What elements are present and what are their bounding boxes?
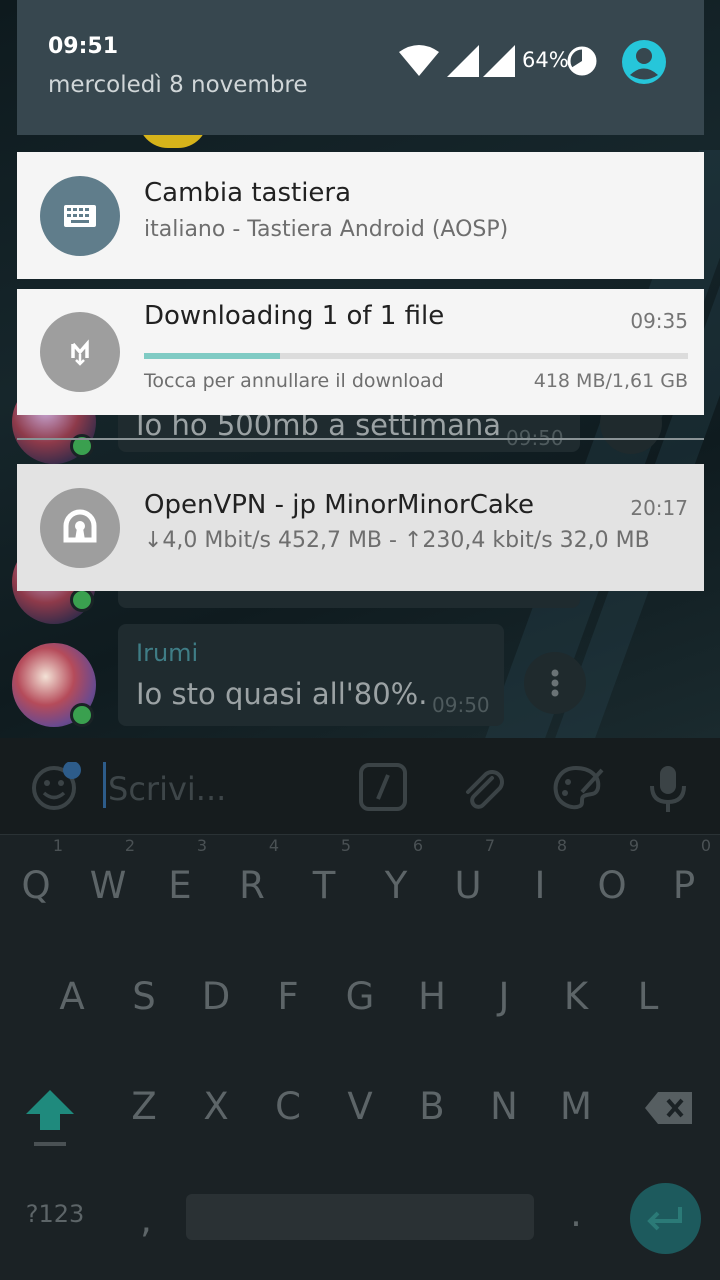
more-options-button[interactable]: [524, 652, 586, 714]
key-hint: 6: [412, 836, 424, 855]
notification-title: Cambia tastiera: [144, 178, 352, 208]
key-i[interactable]: I: [504, 864, 576, 907]
key-q[interactable]: Q: [0, 864, 72, 907]
notification-icon-bg: [40, 488, 120, 568]
key-a[interactable]: A: [36, 975, 108, 1018]
key-z[interactable]: Z: [108, 1085, 180, 1128]
microphone-icon[interactable]: [646, 762, 690, 814]
comma-key[interactable]: ,: [110, 1198, 182, 1241]
notification-download[interactable]: Downloading 1 of 1 file 09:35 Tocca per …: [17, 289, 704, 415]
more-vert-icon: [551, 669, 559, 697]
key-t[interactable]: T: [288, 864, 360, 907]
key-s[interactable]: S: [108, 975, 180, 1018]
download-size: 418 MB/1,61 GB: [533, 370, 688, 392]
key-d[interactable]: D: [180, 975, 252, 1018]
notification-title: Downloading 1 of 1 file: [144, 301, 445, 331]
key-e[interactable]: E: [144, 864, 216, 907]
online-indicator: [70, 703, 94, 727]
battery-percent: 64%: [522, 48, 569, 72]
message-text: Io sto quasi all'80%.: [136, 677, 428, 711]
signal-icon: [483, 45, 515, 77]
period-key[interactable]: .: [540, 1192, 612, 1235]
key-n[interactable]: N: [468, 1085, 540, 1128]
key-l[interactable]: L: [612, 975, 684, 1018]
wifi-icon: [399, 45, 439, 76]
symbols-key[interactable]: ?123: [18, 1200, 92, 1228]
enter-key[interactable]: [630, 1183, 701, 1254]
notification-subtitle: Tocca per annullare il download: [144, 370, 444, 392]
shift-icon[interactable]: [24, 1086, 76, 1150]
key-hint: 1: [52, 836, 64, 855]
attachment-icon[interactable]: [456, 762, 508, 814]
backspace-icon[interactable]: [644, 1090, 694, 1126]
notification-subtitle: ↓4,0 Mbit/s 452,7 MB - ↑230,4 kbit/s 32,…: [144, 528, 650, 553]
key-hint: 2: [124, 836, 136, 855]
online-indicator: [70, 588, 94, 612]
notification-title: OpenVPN - jp MinorMinorCake: [144, 490, 534, 520]
key-hint: 4: [268, 836, 280, 855]
sketch-icon[interactable]: [550, 762, 606, 814]
notification-icon-bg: [40, 176, 120, 256]
date[interactable]: mercoledì 8 novembre: [48, 72, 308, 98]
key-j[interactable]: J: [468, 975, 540, 1018]
key-o[interactable]: O: [576, 864, 648, 907]
key-hint: 0: [700, 836, 712, 855]
signal-icon: [447, 45, 479, 77]
quick-settings-header[interactable]: [17, 0, 704, 135]
key-hint: 5: [340, 836, 352, 855]
slash-commands-icon[interactable]: [358, 762, 410, 814]
message-time: 09:50: [432, 693, 490, 717]
notification-openvpn[interactable]: OpenVPN - jp MinorMinorCake 20:17 ↓4,0 M…: [17, 464, 704, 591]
key-p[interactable]: P: [648, 864, 720, 907]
enter-icon: [647, 1207, 682, 1231]
key-y[interactable]: Y: [360, 864, 432, 907]
emoji-icon[interactable]: [30, 762, 82, 814]
space-key[interactable]: [186, 1194, 534, 1240]
key-hint: 9: [628, 836, 640, 855]
key-b[interactable]: B: [396, 1085, 468, 1128]
key-u[interactable]: U: [432, 864, 504, 907]
user-account-icon[interactable]: [620, 38, 668, 86]
key-f[interactable]: F: [252, 975, 324, 1018]
key-v[interactable]: V: [324, 1085, 396, 1128]
notification-icon-bg: [40, 312, 120, 392]
message-sender: Irumi: [136, 639, 199, 667]
key-r[interactable]: R: [216, 864, 288, 907]
divider: [17, 438, 704, 440]
clock: 09:51: [48, 34, 119, 59]
key-hint: 3: [196, 836, 208, 855]
download-progress-fill: [144, 353, 280, 359]
text-cursor: [103, 762, 106, 808]
key-g[interactable]: G: [324, 975, 396, 1018]
battery-icon: [567, 46, 597, 76]
key-x[interactable]: X: [180, 1085, 252, 1128]
notification-subtitle: italiano - Tastiera Android (AOSP): [144, 217, 509, 242]
message-input[interactable]: Scrivi...: [108, 770, 226, 808]
key-hint: 8: [556, 836, 568, 855]
key-m[interactable]: M: [540, 1085, 612, 1128]
key-h[interactable]: H: [396, 975, 468, 1018]
download-icon: [71, 339, 89, 366]
key-hint: 7: [484, 836, 496, 855]
key-w[interactable]: W: [72, 864, 144, 907]
notification-time: 20:17: [630, 496, 688, 520]
keyboard-icon: [64, 205, 96, 227]
key-k[interactable]: K: [540, 975, 612, 1018]
notification-keyboard[interactable]: Cambia tastiera italiano - Tastiera Andr…: [17, 152, 704, 279]
download-progress-bar: [144, 353, 688, 359]
openvpn-icon: [63, 509, 97, 543]
key-c[interactable]: C: [252, 1085, 324, 1128]
notification-time: 09:35: [630, 309, 688, 333]
